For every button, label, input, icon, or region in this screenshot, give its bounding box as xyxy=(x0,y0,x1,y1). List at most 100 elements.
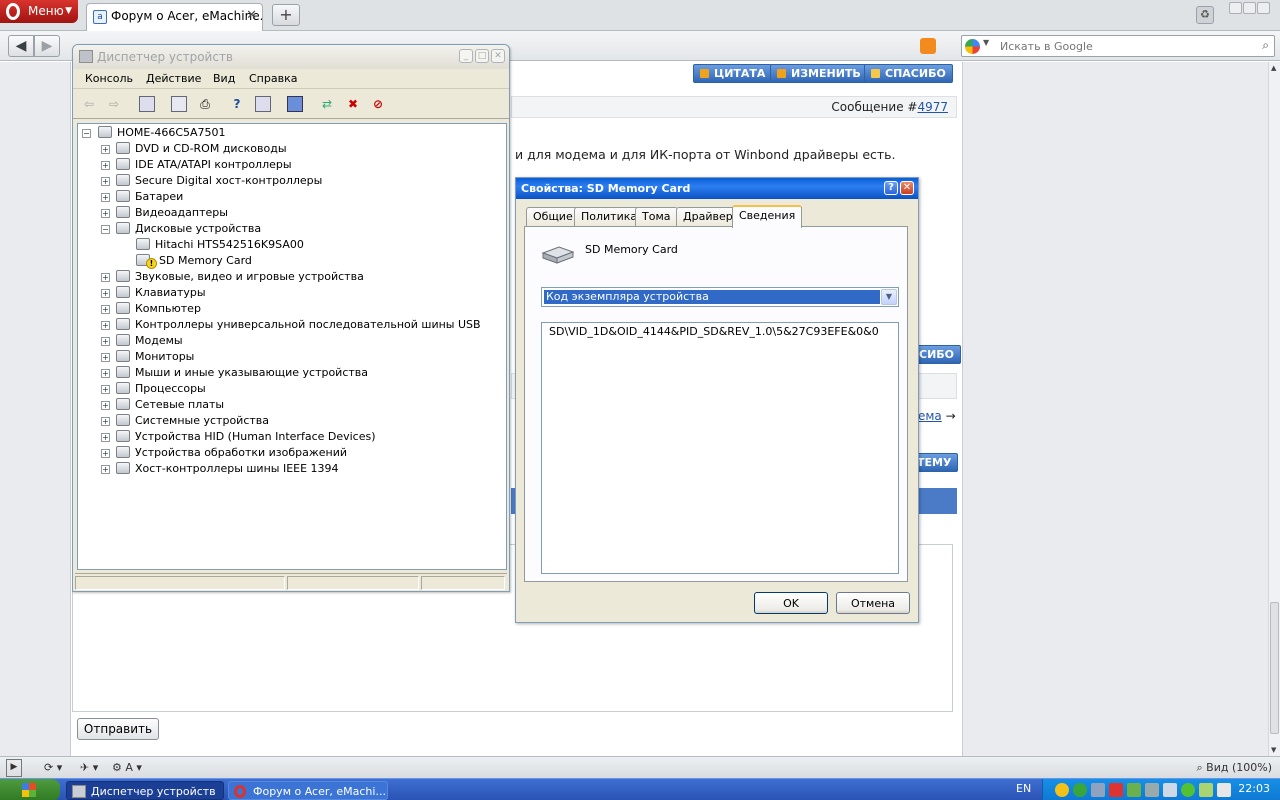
expand-icon[interactable]: + xyxy=(101,209,110,218)
cancel-button[interactable]: Отмена xyxy=(836,592,910,614)
tree-category-item[interactable]: Дисковые устройства xyxy=(116,221,261,237)
tree-category-item[interactable]: Устройства обработки изображений xyxy=(116,445,347,461)
sync-icon[interactable]: ⟳ ▾ xyxy=(44,759,62,777)
disable-device-icon[interactable]: ✖ xyxy=(345,96,361,112)
help-button[interactable]: ? xyxy=(884,181,898,195)
expand-icon[interactable]: + xyxy=(101,145,110,154)
google-logo-icon[interactable] xyxy=(965,39,980,54)
expand-icon[interactable]: + xyxy=(101,273,110,282)
antivirus-icon[interactable] xyxy=(1109,783,1123,797)
close-tab-icon[interactable]: ✕ xyxy=(246,8,257,23)
forward-button[interactable]: ▶ xyxy=(34,35,60,57)
new-tab-button[interactable]: + xyxy=(272,4,300,26)
start-button[interactable] xyxy=(0,779,60,800)
ok-button[interactable]: OK xyxy=(754,592,828,614)
tab-policies[interactable]: Политика xyxy=(574,207,645,227)
tree-category-item[interactable]: Хост-контроллеры шины IEEE 1394 xyxy=(116,461,339,477)
tree-category-item[interactable]: DVD и CD-ROM дисководы xyxy=(116,141,287,157)
action-pane-icon[interactable] xyxy=(255,96,271,112)
tree-category-item[interactable]: Клавиатуры xyxy=(116,285,206,301)
scroll-down-icon[interactable]: ▼ xyxy=(1271,746,1276,754)
back-arrow-icon[interactable]: ⇦ xyxy=(81,96,97,112)
chevron-down-icon[interactable]: ▼ xyxy=(881,289,897,305)
expand-icon[interactable]: + xyxy=(101,433,110,442)
console-tree-icon[interactable] xyxy=(139,96,155,112)
turbo-icon[interactable]: ✈ ▾ xyxy=(80,759,98,777)
network-icon[interactable] xyxy=(1091,783,1105,797)
expand-icon[interactable]: + xyxy=(101,353,110,362)
tree-device-item[interactable]: Hitachi HTS542516K9SA00 xyxy=(136,237,304,253)
thanks-button-partial[interactable]: СИБО xyxy=(915,345,962,364)
device-manager-titlebar[interactable]: Диспетчер устройств _ □ ✕ xyxy=(73,45,509,69)
update-driver-icon[interactable]: ⇄ xyxy=(319,96,335,112)
scrollbar-thumb[interactable] xyxy=(1270,602,1279,734)
maximize-button[interactable]: □ xyxy=(475,49,489,63)
tree-category-item[interactable]: Мониторы xyxy=(116,349,194,365)
tree-category-item[interactable]: Модемы xyxy=(116,333,183,349)
tab-volumes[interactable]: Тома xyxy=(635,207,678,227)
scroll-up-icon[interactable]: ▲ xyxy=(1271,64,1276,72)
tab-details[interactable]: Сведения xyxy=(732,205,803,228)
search-input[interactable] xyxy=(1000,38,1250,54)
collapse-icon[interactable]: − xyxy=(101,225,110,234)
tab-driver[interactable]: Драйвер xyxy=(676,207,740,227)
help-icon[interactable]: ? xyxy=(229,96,245,112)
menu-console[interactable]: Консоль xyxy=(85,72,133,85)
tree-category-item[interactable]: Контроллеры универсальной последовательн… xyxy=(116,317,481,333)
send-button[interactable]: Отправить xyxy=(77,718,159,740)
volume-icon[interactable] xyxy=(1163,783,1177,797)
safely-remove-icon[interactable] xyxy=(1217,783,1231,797)
tree-category-item[interactable]: Системные устройства xyxy=(116,413,269,429)
menu-help[interactable]: Справка xyxy=(249,72,297,85)
power-icon[interactable] xyxy=(1145,783,1159,797)
menu-view[interactable]: Вид xyxy=(213,72,235,85)
tree-category-item[interactable]: Secure Digital хост-контроллеры xyxy=(116,173,322,189)
tree-category-item[interactable]: Сетевые платы xyxy=(116,397,224,413)
property-value[interactable]: SD\VID_1D&OID_4144&PID_SD&REV_1.0\5&27C9… xyxy=(549,325,879,338)
expand-icon[interactable]: + xyxy=(101,193,110,202)
property-select[interactable]: Код экземпляра устройства ▼ xyxy=(541,287,899,307)
close-button[interactable]: ✕ xyxy=(491,49,505,63)
expand-icon[interactable]: + xyxy=(101,337,110,346)
battery-icon[interactable] xyxy=(1199,783,1213,797)
tree-category-item[interactable]: Процессоры xyxy=(116,381,206,397)
expand-icon[interactable]: + xyxy=(101,401,110,410)
uninstall-device-icon[interactable]: ⊘ xyxy=(370,96,386,112)
properties-titlebar[interactable]: Свойства: SD Memory Card ? ✕ xyxy=(516,178,918,199)
taskbar-item-device-manager[interactable]: Диспетчер устройств xyxy=(66,781,224,800)
taskbar-item-opera[interactable]: Форум о Acer, eMachi... xyxy=(228,781,388,800)
tree-category-item[interactable]: Мыши и иные указывающие устройства xyxy=(116,365,368,381)
expand-icon[interactable]: + xyxy=(101,305,110,314)
zoom-control[interactable]: ⌕ Вид (100%) xyxy=(1197,759,1273,777)
expand-icon[interactable]: + xyxy=(101,449,110,458)
close-button[interactable]: ✕ xyxy=(900,181,914,195)
search-icon[interactable]: ⌕ xyxy=(1262,38,1269,53)
collapse-icon[interactable]: − xyxy=(82,129,91,138)
minimize-button[interactable]: _ xyxy=(459,49,473,63)
language-indicator[interactable]: EN xyxy=(1016,782,1031,795)
rss-feed-icon[interactable] xyxy=(920,38,936,54)
restore-button[interactable] xyxy=(1243,2,1256,14)
security-alert-icon[interactable] xyxy=(1055,783,1069,797)
scan-hardware-icon[interactable] xyxy=(287,96,303,112)
tree-category-item[interactable]: Устройства HID (Human Interface Devices) xyxy=(116,429,376,445)
expand-icon[interactable]: + xyxy=(101,369,110,378)
tree-category-item[interactable]: Компьютер xyxy=(116,301,201,317)
tree-category-item[interactable]: Видеоадаптеры xyxy=(116,205,228,221)
menu-action[interactable]: Действие xyxy=(146,72,201,85)
edit-button[interactable]: ИЗМЕНИТЬ xyxy=(770,64,868,83)
quote-button[interactable]: ЦИТАТА xyxy=(693,64,773,83)
close-button[interactable] xyxy=(1257,2,1270,14)
tree-category-item[interactable]: Батареи xyxy=(116,189,183,205)
expand-icon[interactable]: + xyxy=(101,161,110,170)
tree-category-item[interactable]: IDE ATA/ATAPI контроллеры xyxy=(116,157,292,173)
panel-toggle-icon[interactable]: ▶ xyxy=(6,759,22,777)
tree-category-item[interactable]: Звуковые, видео и игровые устройства xyxy=(116,269,364,285)
chevron-down-icon[interactable]: ▼ xyxy=(983,38,989,47)
thanks-button[interactable]: СПАСИБО xyxy=(864,64,953,83)
minimize-button[interactable] xyxy=(1229,2,1242,14)
forward-arrow-icon[interactable]: ⇨ xyxy=(106,96,122,112)
update-icon[interactable] xyxy=(1181,783,1195,797)
print-icon[interactable]: ⎙ xyxy=(197,96,213,112)
printer-icon[interactable] xyxy=(1127,783,1141,797)
